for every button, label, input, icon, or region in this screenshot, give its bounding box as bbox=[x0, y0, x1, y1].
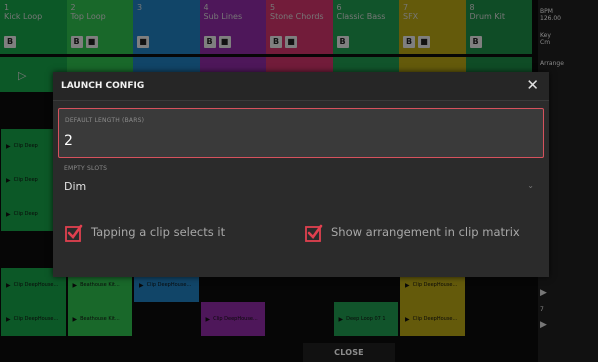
scene-number: 7 bbox=[540, 306, 544, 313]
dialog-title: LAUNCH CONFIG bbox=[61, 81, 145, 91]
scene-play-icon[interactable]: ▶ bbox=[540, 288, 547, 298]
chevron-down-icon: ⌄ bbox=[527, 181, 534, 190]
tapping-selects-checkbox[interactable]: Tapping a clip selects it bbox=[65, 224, 226, 242]
checkbox-checked-icon bbox=[65, 224, 83, 242]
default-length-value: 2 bbox=[64, 133, 73, 149]
arrange-label[interactable]: Arrange bbox=[540, 60, 596, 67]
tapping-selects-label: Tapping a clip selects it bbox=[91, 225, 226, 239]
tempo-value: 126.00 bbox=[540, 15, 561, 22]
default-length-label: DEFAULT LENGTH (BARS) bbox=[65, 117, 145, 124]
launch-config-dialog: LAUNCH CONFIG ✕ DEFAULT LENGTH (BARS) 2 … bbox=[53, 72, 549, 277]
scene-play-icon-2[interactable]: ▶ bbox=[540, 320, 547, 330]
show-arrangement-checkbox[interactable]: Show arrangement in clip matrix bbox=[305, 224, 520, 242]
dialog-header: LAUNCH CONFIG ✕ bbox=[53, 72, 549, 101]
key-label: Key bbox=[540, 32, 551, 39]
close-icon[interactable]: ✕ bbox=[526, 77, 539, 93]
empty-slots-select[interactable]: EMPTY SLOTS Dim ⌄ bbox=[58, 162, 544, 202]
key-display[interactable]: Key Cm bbox=[540, 32, 596, 46]
tempo-label: BPM bbox=[540, 8, 553, 15]
empty-slots-label: EMPTY SLOTS bbox=[64, 165, 108, 172]
tempo-display[interactable]: BPM 126.00 bbox=[540, 8, 596, 22]
checkbox-checked-icon bbox=[305, 224, 323, 242]
key-value: Cm bbox=[540, 39, 551, 46]
show-arrangement-label: Show arrangement in clip matrix bbox=[331, 225, 520, 239]
empty-slots-value: Dim bbox=[64, 180, 87, 193]
default-length-field[interactable]: DEFAULT LENGTH (BARS) 2 bbox=[58, 108, 544, 158]
